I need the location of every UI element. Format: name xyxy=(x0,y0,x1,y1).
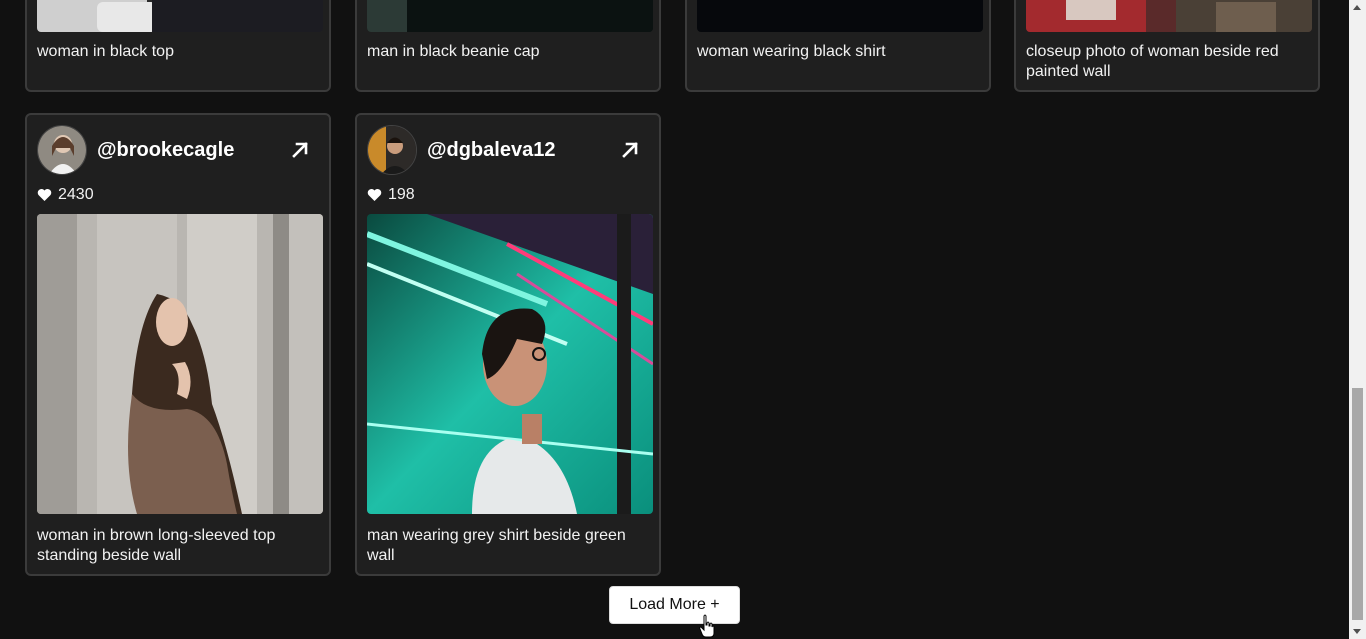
card-header: @brookecagle xyxy=(37,125,319,175)
hand-cursor-icon xyxy=(699,614,715,638)
photo-caption: woman in black top xyxy=(37,43,174,60)
likes-count: 2430 xyxy=(37,185,94,205)
likes-value: 2430 xyxy=(58,186,94,203)
photo-thumbnail[interactable] xyxy=(697,0,983,32)
avatar[interactable] xyxy=(367,125,417,175)
photo-caption: woman wearing black shirt xyxy=(697,43,886,60)
photo-thumbnail[interactable] xyxy=(1026,0,1312,32)
photo-card: woman in black top xyxy=(25,0,331,92)
scroll-up-icon[interactable] xyxy=(1353,5,1361,10)
scrollbar[interactable] xyxy=(1349,0,1366,639)
photo-card: closeup photo of woman beside red painte… xyxy=(1014,0,1320,92)
photo-thumbnail[interactable] xyxy=(367,0,653,32)
photo-card: man in black beanie cap xyxy=(355,0,661,92)
photo-card: @dgbaleva12 198 man wearing grey shirt b… xyxy=(355,113,661,576)
scrollbar-thumb[interactable] xyxy=(1352,388,1363,620)
username[interactable]: @dgbaleva12 xyxy=(427,139,555,162)
photo-caption: man in black beanie cap xyxy=(367,43,540,60)
photo-thumbnail[interactable] xyxy=(37,0,323,32)
card-header: @dgbaleva12 xyxy=(367,125,649,175)
likes-value: 198 xyxy=(388,186,415,203)
likes-count: 198 xyxy=(367,185,415,205)
photo-card: woman wearing black shirt xyxy=(685,0,991,92)
load-more-button[interactable]: Load More + xyxy=(609,586,740,624)
scroll-down-icon[interactable] xyxy=(1353,629,1361,634)
arrow-up-right-icon[interactable] xyxy=(619,139,641,161)
username[interactable]: @brookecagle xyxy=(97,139,234,162)
photo-caption: woman in brown long-sleeved top standing… xyxy=(37,527,276,564)
arrow-up-right-icon[interactable] xyxy=(289,139,311,161)
photo-thumbnail[interactable] xyxy=(37,214,323,514)
photo-caption: man wearing grey shirt beside green wall xyxy=(367,527,626,564)
heart-icon[interactable] xyxy=(37,188,52,202)
photo-thumbnail[interactable] xyxy=(367,214,653,514)
avatar[interactable] xyxy=(37,125,87,175)
photo-caption: closeup photo of woman beside red painte… xyxy=(1026,43,1279,80)
photo-card: @brookecagle 2430 woman in brown long-sl… xyxy=(25,113,331,576)
heart-icon[interactable] xyxy=(367,188,382,202)
